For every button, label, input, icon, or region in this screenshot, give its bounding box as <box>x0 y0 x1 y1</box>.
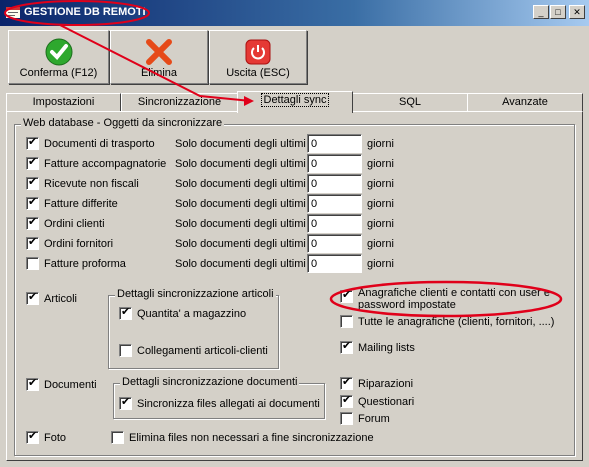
exit-label: Uscita (ESC) <box>226 67 290 79</box>
doc-type-checkbox[interactable]: Ricevute non fiscali <box>26 176 139 190</box>
days-prefix-label: Solo documenti degli ultimi <box>175 218 306 230</box>
days-input[interactable] <box>307 254 362 273</box>
doc-type-checkbox[interactable]: Fatture accompagnatorie <box>26 156 166 170</box>
days-prefix-label: Solo documenti degli ultimi <box>175 198 306 210</box>
days-input[interactable] <box>307 194 362 213</box>
days-input[interactable] <box>307 214 362 233</box>
days-input[interactable] <box>307 134 362 153</box>
doc-type-checkbox[interactable]: Ordini clienti <box>26 216 105 230</box>
days-prefix-label: Solo documenti degli ultimi <box>175 258 306 270</box>
minimize-button[interactable]: _ <box>533 5 549 19</box>
days-suffix-label: giorni <box>367 138 394 150</box>
checkmark-icon <box>45 38 72 66</box>
days-suffix-label: giorni <box>367 258 394 270</box>
tab-panel: Web database - Oggetti da sincronizzare … <box>6 111 583 461</box>
tab-sincronizzazione[interactable]: Sincronizzazione <box>121 93 238 112</box>
days-suffix-label: giorni <box>367 218 394 230</box>
title-bar: GESTIONE DB REMOTI _ □ ✕ <box>0 0 589 26</box>
days-input[interactable] <box>307 174 362 193</box>
riparazioni-checkbox[interactable]: Riparazioni <box>340 376 413 390</box>
delete-button[interactable]: Elimina <box>110 30 208 84</box>
tab-avanzate[interactable]: Avanzate <box>467 93 583 112</box>
exit-button[interactable]: Uscita (ESC) <box>209 30 307 84</box>
doc-type-checkbox[interactable]: Fatture proforma <box>26 257 126 270</box>
power-icon <box>245 39 271 65</box>
days-suffix-label: giorni <box>367 238 394 250</box>
documenti-checkbox[interactable]: Documenti <box>26 377 97 391</box>
tab-sql[interactable]: SQL <box>352 93 468 112</box>
doc-type-checkbox[interactable]: Fatture differite <box>26 196 118 210</box>
articoli-checkbox[interactable]: Articoli <box>26 291 77 305</box>
app-icon <box>6 7 20 18</box>
close-button[interactable]: ✕ <box>569 5 585 19</box>
foto-checkbox[interactable]: Foto <box>26 430 66 444</box>
days-suffix-label: giorni <box>367 178 394 190</box>
maximize-button[interactable]: □ <box>550 5 566 19</box>
allegati-checkbox[interactable]: Sincronizza files allegati ai documenti <box>119 396 320 410</box>
anagrafiche-user-checkbox[interactable]: Anagrafiche clienti e contatti con user … <box>340 287 550 311</box>
days-suffix-label: giorni <box>367 198 394 210</box>
delete-x-icon <box>146 39 172 65</box>
days-prefix-label: Solo documenti degli ultimi <box>175 238 306 250</box>
articoli-box[interactable] <box>26 291 39 305</box>
days-prefix-label: Solo documenti degli ultimi <box>175 158 306 170</box>
elimina-files-checkbox[interactable]: Elimina files non necessari a fine sincr… <box>111 431 374 444</box>
anagrafiche-all-checkbox[interactable]: Tutte le anagrafiche (clienti, fornitori… <box>340 315 554 328</box>
confirm-button[interactable]: Conferma (F12) <box>8 30 109 84</box>
window-title: GESTIONE DB REMOTI <box>24 6 146 18</box>
days-input[interactable] <box>307 154 362 173</box>
tab-impostazioni[interactable]: Impostazioni <box>6 93 121 112</box>
days-suffix-label: giorni <box>367 158 394 170</box>
days-input[interactable] <box>307 234 362 253</box>
doc-type-checkbox[interactable]: Ordini fornitori <box>26 236 113 250</box>
group-title: Web database - Oggetti da sincronizzare <box>21 117 225 129</box>
mailing-lists-checkbox[interactable]: Mailing lists <box>340 340 415 354</box>
days-prefix-label: Solo documenti degli ultimi <box>175 178 306 190</box>
collegamenti-checkbox[interactable]: Collegamenti articoli-clienti <box>119 344 268 357</box>
forum-checkbox[interactable]: Forum <box>340 412 390 425</box>
days-prefix-label: Solo documenti degli ultimi <box>175 138 306 150</box>
delete-label: Elimina <box>140 67 178 79</box>
confirm-label: Conferma (F12) <box>19 67 98 79</box>
tab-dettagli-sync[interactable]: Dettagli sync <box>237 91 353 113</box>
quantita-checkbox[interactable]: Quantita' a magazzino <box>119 306 246 320</box>
questionari-checkbox[interactable]: Questionari <box>340 394 414 408</box>
doc-type-checkbox[interactable]: Documenti di trasporto <box>26 136 155 150</box>
